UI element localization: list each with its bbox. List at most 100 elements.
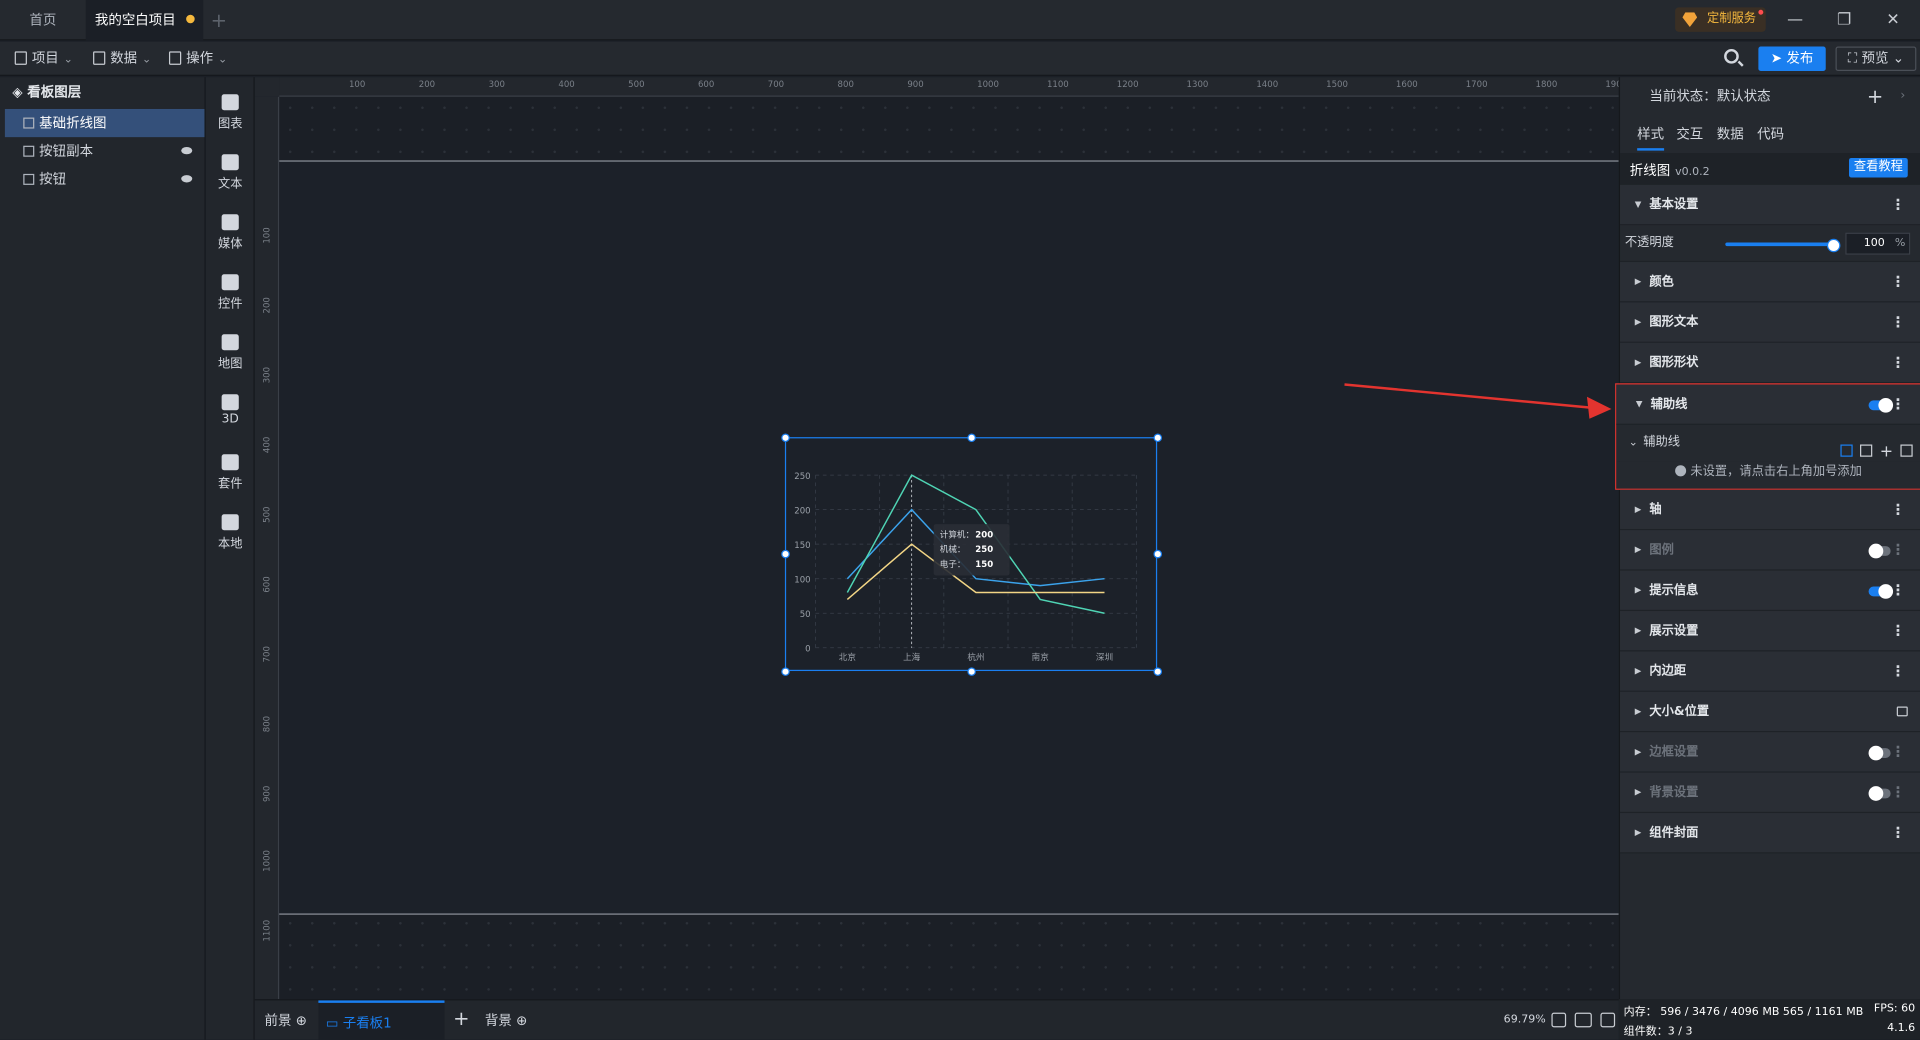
fps-status: FPS: 60 bbox=[1873, 1002, 1916, 1016]
more-icon[interactable]: ⋮ bbox=[1891, 611, 1906, 651]
custom-service-button[interactable]: 定制服务 bbox=[1675, 7, 1766, 32]
section-color[interactable]: ▶ 颜色 ⋮ bbox=[1620, 262, 1920, 303]
lock-icon[interactable] bbox=[1896, 706, 1908, 717]
shirt-icon bbox=[221, 454, 239, 471]
hidden-eye-icon[interactable] bbox=[181, 175, 193, 183]
tab-project[interactable]: 我的空白项目 bbox=[85, 0, 204, 41]
layout-icon[interactable] bbox=[1860, 444, 1873, 457]
resize-handle-e[interactable] bbox=[1153, 549, 1163, 559]
trash-icon[interactable] bbox=[1900, 444, 1913, 457]
restore-button[interactable]: ❐ bbox=[1820, 0, 1869, 40]
more-icon[interactable]: ⋮ bbox=[1891, 813, 1906, 853]
section-item[interactable]: ▶ 提示信息 ⋮ bbox=[1620, 570, 1920, 612]
add-state-button[interactable]: + bbox=[1867, 77, 1883, 116]
more-icon[interactable]: ⋮ bbox=[1891, 571, 1906, 611]
fit-screen-icon[interactable] bbox=[1551, 1012, 1567, 1028]
component-name: 折线图 bbox=[1629, 162, 1671, 179]
zoom-level[interactable]: 69.79% bbox=[1504, 1000, 1546, 1040]
more-icon[interactable]: ⋮ bbox=[1891, 185, 1906, 225]
section-graphic-shape[interactable]: ▶ 图形形状 ⋮ bbox=[1620, 342, 1920, 384]
ruler-tick-label: 900 bbox=[262, 785, 272, 803]
search-icon[interactable] bbox=[1724, 48, 1739, 64]
tab-foreground[interactable]: 前景 ⊕ bbox=[264, 1000, 307, 1040]
section-toggle[interactable] bbox=[1868, 745, 1891, 761]
comp-kit[interactable]: 套件 bbox=[206, 444, 255, 493]
tab-code[interactable]: 代码 bbox=[1757, 124, 1784, 144]
hidden-eye-icon[interactable] bbox=[181, 146, 193, 155]
unsaved-dot bbox=[185, 14, 195, 24]
tab-subboard[interactable]: ▭ 子看板1 bbox=[318, 1000, 445, 1040]
comp-text[interactable]: 文本 bbox=[206, 144, 255, 193]
aux-line-toggle[interactable] bbox=[1868, 397, 1894, 413]
section-item[interactable]: ▶ 背景设置 ⋮ bbox=[1620, 772, 1920, 814]
section-toggle[interactable] bbox=[1868, 543, 1891, 559]
terminal-icon[interactable] bbox=[1600, 1012, 1616, 1028]
line-chart-widget[interactable]: 0 50 100 150 200 250 北京 上海 杭州 南京 深圳 计算机： 200 机械： 250 电子… bbox=[781, 433, 1163, 676]
opacity-input[interactable]: 100% bbox=[1845, 232, 1911, 255]
ruler-tick-label: 400 bbox=[558, 79, 575, 90]
resize-handle-nw[interactable] bbox=[781, 433, 790, 443]
comp-media[interactable]: 媒体 bbox=[206, 204, 255, 253]
section-item[interactable]: ▶ 边框设置 ⋮ bbox=[1620, 732, 1920, 773]
aux-line-subgroup[interactable]: ⌄ 辅助线 + bbox=[1616, 424, 1920, 462]
keyboard-icon[interactable] bbox=[1574, 1012, 1592, 1028]
layer-item-button[interactable]: 按钮 bbox=[0, 165, 204, 193]
more-icon[interactable]: ⋮ bbox=[1891, 343, 1906, 383]
ruler-tick-label: 1200 bbox=[1116, 79, 1139, 90]
section-toggle[interactable] bbox=[1868, 584, 1894, 599]
more-icon[interactable]: ⋮ bbox=[1891, 384, 1906, 424]
minimize-button[interactable]: — bbox=[1771, 0, 1820, 40]
more-icon[interactable]: ⋮ bbox=[1891, 773, 1906, 813]
view-tutorial-button[interactable]: 查看教程 bbox=[1848, 157, 1908, 178]
section-item[interactable]: ▶ 内边距 ⋮ bbox=[1620, 651, 1920, 692]
section-graphic-text[interactable]: ▶ 图形文本 ⋮ bbox=[1620, 302, 1920, 343]
resize-handle-n[interactable] bbox=[967, 433, 976, 443]
more-icon[interactable]: ⋮ bbox=[1891, 651, 1906, 691]
more-icon[interactable]: ⋮ bbox=[1891, 732, 1906, 772]
preview-button[interactable]: ⛶ 预览 ⌄ bbox=[1835, 46, 1917, 72]
section-item[interactable]: ▶ 展示设置 ⋮ bbox=[1620, 611, 1920, 652]
resize-handle-ne[interactable] bbox=[1153, 433, 1163, 443]
operate-menu[interactable]: 操作 ⌄ bbox=[168, 42, 227, 76]
comp-control[interactable]: 控件 bbox=[206, 264, 255, 313]
comp-local[interactable]: 本地 bbox=[206, 504, 255, 553]
section-aux-line[interactable]: ▼ 辅助线 ⋮ bbox=[1616, 384, 1920, 425]
add-board-button[interactable]: + bbox=[453, 998, 469, 1038]
publish-button[interactable]: ➤ 发布 bbox=[1758, 46, 1826, 72]
more-icon[interactable]: ⋮ bbox=[1891, 490, 1906, 530]
data-menu[interactable]: 数据 ⌄ bbox=[93, 42, 151, 76]
chevron-down-icon: ⌄ bbox=[63, 53, 73, 67]
resize-handle-w[interactable] bbox=[781, 549, 790, 559]
section-basic-settings[interactable]: ▼ 基本设置 ⋮ bbox=[1620, 184, 1920, 226]
tab-data[interactable]: 数据 bbox=[1717, 124, 1744, 144]
tab-interaction[interactable]: 交互 bbox=[1676, 124, 1703, 144]
resize-handle-sw[interactable] bbox=[781, 667, 790, 676]
section-toggle[interactable] bbox=[1868, 786, 1891, 801]
resize-handle-se[interactable] bbox=[1153, 667, 1163, 676]
add-tab-button[interactable]: + bbox=[211, 9, 227, 32]
section-item[interactable]: ▶ 大小&位置 bbox=[1620, 691, 1920, 733]
canvas-area[interactable]: 100 200 300 400 500 600 700 800 900 1000 1100 1200 1… bbox=[254, 77, 1619, 1000]
tab-background[interactable]: 背景 ⊕ bbox=[485, 1000, 528, 1040]
layer-item-button-copy[interactable]: 按钮副本 bbox=[0, 137, 204, 165]
opacity-slider[interactable] bbox=[1725, 238, 1841, 253]
more-icon[interactable]: ⋮ bbox=[1891, 530, 1906, 570]
section-item[interactable]: ▶ 图例 ⋮ bbox=[1620, 530, 1920, 571]
add-icon[interactable]: + bbox=[1880, 444, 1893, 460]
section-item[interactable]: ▶ 轴 ⋮ bbox=[1620, 489, 1920, 531]
ruler-tick-label: 200 bbox=[418, 79, 436, 90]
tab-style[interactable]: 样式 bbox=[1637, 124, 1665, 151]
table-icon[interactable] bbox=[1840, 444, 1853, 457]
resize-handle-s[interactable] bbox=[967, 667, 976, 676]
section-item[interactable]: ▶ 组件封面 ⋮ bbox=[1620, 813, 1920, 854]
more-icon[interactable]: ⋮ bbox=[1891, 262, 1906, 302]
layer-item-line-chart[interactable]: 基础折线图 bbox=[4, 108, 205, 138]
chevron-right-icon[interactable]: › bbox=[1900, 77, 1905, 116]
close-button[interactable]: ✕ bbox=[1869, 0, 1918, 40]
project-menu[interactable]: 项目 ⌄ bbox=[14, 42, 73, 76]
more-icon[interactable]: ⋮ bbox=[1891, 302, 1906, 342]
comp-map[interactable]: 地图 bbox=[206, 324, 255, 373]
comp-chart[interactable]: 图表 bbox=[206, 84, 255, 133]
tab-home[interactable]: 首页 bbox=[0, 0, 86, 40]
comp-3d[interactable]: 3D bbox=[206, 384, 255, 433]
